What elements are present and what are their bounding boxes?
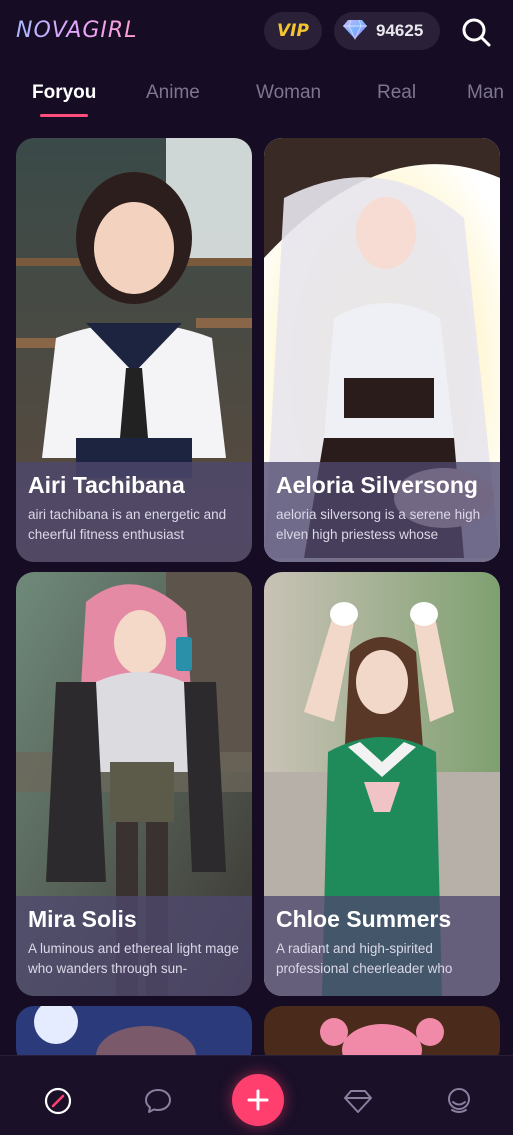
app-header: NOVAGIRL VIP 94625 bbox=[0, 0, 513, 64]
create-button[interactable] bbox=[232, 1074, 284, 1126]
compass-icon[interactable] bbox=[43, 1086, 73, 1116]
profile-icon[interactable] bbox=[444, 1086, 474, 1116]
character-description: A luminous and ethereal light mage who w… bbox=[28, 941, 239, 976]
card-info-panel: Chloe Summers A radiant and high-spirite… bbox=[264, 896, 500, 996]
character-name: Aeloria Silversong bbox=[276, 472, 478, 498]
character-card[interactable]: Aeloria Silversong aeloria silversong is… bbox=[264, 138, 500, 562]
character-description: aeloria silversong is a serene high elve… bbox=[276, 507, 481, 542]
search-icon[interactable] bbox=[458, 14, 494, 50]
tab-woman[interactable]: Woman bbox=[256, 82, 321, 104]
character-card[interactable]: Airi Tachibana airi tachibana is an ener… bbox=[16, 138, 252, 562]
character-name: Mira Solis bbox=[28, 906, 137, 932]
gem-count: 94625 bbox=[376, 21, 424, 40]
tab-anime[interactable]: Anime bbox=[146, 82, 200, 104]
bottom-nav bbox=[0, 1055, 513, 1135]
vip-label: VIP bbox=[277, 21, 309, 41]
gem-balance-button[interactable]: 94625 bbox=[334, 12, 440, 50]
plus-icon bbox=[247, 1089, 269, 1111]
active-tab-indicator bbox=[40, 114, 88, 117]
tab-real[interactable]: Real bbox=[377, 82, 416, 104]
card-info-panel: Mira Solis A luminous and ethereal light… bbox=[16, 896, 252, 996]
app-logo: NOVAGIRL bbox=[16, 18, 138, 43]
card-info-panel: Airi Tachibana airi tachibana is an ener… bbox=[16, 462, 252, 562]
character-name: Chloe Summers bbox=[276, 906, 452, 932]
vip-button[interactable]: VIP bbox=[264, 12, 322, 50]
character-description: airi tachibana is an energetic and cheer… bbox=[28, 507, 227, 542]
tab-man[interactable]: Man bbox=[467, 82, 504, 104]
chat-icon[interactable] bbox=[143, 1086, 173, 1116]
character-name: Airi Tachibana bbox=[28, 472, 185, 498]
tab-foryou[interactable]: Foryou bbox=[32, 82, 96, 104]
card-info-panel: Aeloria Silversong aeloria silversong is… bbox=[264, 462, 500, 562]
character-card[interactable]: Chloe Summers A radiant and high-spirite… bbox=[264, 572, 500, 996]
category-tabs: Foryou Anime Woman Real Man bbox=[0, 76, 513, 120]
character-description: A radiant and high-spirited professional… bbox=[276, 941, 453, 976]
character-card[interactable]: Mira Solis A luminous and ethereal light… bbox=[16, 572, 252, 996]
diamond-icon bbox=[342, 18, 368, 45]
diamond-icon[interactable] bbox=[343, 1086, 373, 1116]
